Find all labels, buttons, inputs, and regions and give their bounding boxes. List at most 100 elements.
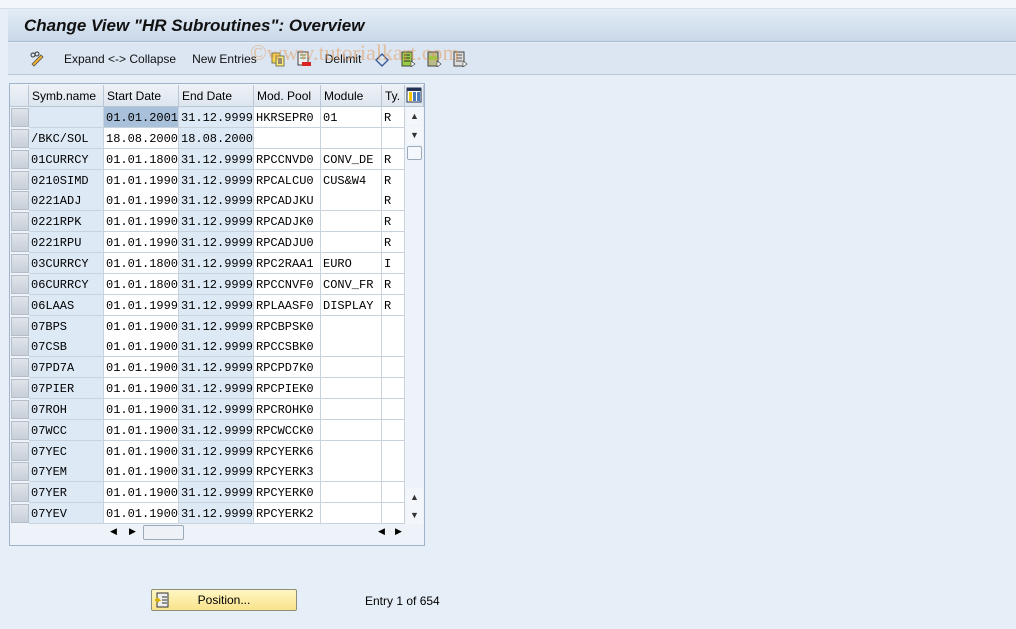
cell-end-date[interactable]: 31.12.9999 bbox=[179, 252, 254, 274]
cell-start-date[interactable]: 01.01.1900 bbox=[104, 461, 179, 483]
cell-start-date[interactable]: 01.01.1800 bbox=[104, 148, 179, 170]
horizontal-scrollbar[interactable]: ◀ ▶ ◀ ▶ bbox=[105, 524, 405, 542]
cell-type[interactable]: R bbox=[382, 273, 405, 295]
cell-symb-name[interactable] bbox=[29, 107, 104, 128]
row-selector[interactable] bbox=[11, 108, 29, 127]
select-block-button[interactable] bbox=[421, 48, 447, 70]
delimit-button[interactable]: Delimit bbox=[317, 48, 370, 70]
scroll-down-button[interactable]: ▼ bbox=[406, 506, 423, 524]
cell-mod-pool[interactable]: RPCWCCK0 bbox=[254, 419, 321, 441]
cell-end-date[interactable]: 31.12.9999 bbox=[179, 190, 254, 212]
cell-symb-name[interactable]: 0221RPU bbox=[29, 232, 104, 254]
cell-module[interactable] bbox=[321, 440, 382, 462]
row-selector[interactable] bbox=[11, 128, 29, 148]
cell-symb-name[interactable]: 0210SIMD bbox=[29, 169, 104, 191]
cell-end-date[interactable]: 31.12.9999 bbox=[179, 503, 254, 525]
cell-symb-name[interactable]: 07PIER bbox=[29, 378, 104, 400]
cell-symb-name[interactable]: 0221ADJ bbox=[29, 190, 104, 212]
cell-module[interactable] bbox=[321, 127, 382, 149]
cell-start-date[interactable]: 01.01.1900 bbox=[104, 503, 179, 525]
cell-type[interactable] bbox=[382, 461, 405, 483]
cell-module[interactable] bbox=[321, 482, 382, 504]
cell-end-date[interactable]: 31.12.9999 bbox=[179, 440, 254, 462]
cell-module[interactable] bbox=[321, 461, 382, 483]
cell-end-date[interactable]: 31.12.9999 bbox=[179, 482, 254, 504]
cell-start-date[interactable]: 01.01.1900 bbox=[104, 419, 179, 441]
cell-end-date[interactable]: 31.12.9999 bbox=[179, 232, 254, 254]
cell-start-date[interactable]: 01.01.1900 bbox=[104, 336, 179, 358]
cell-module[interactable] bbox=[321, 315, 382, 337]
cell-mod-pool[interactable]: RPCADJK0 bbox=[254, 211, 321, 233]
cell-start-date[interactable]: 01.01.1990 bbox=[104, 232, 179, 254]
cell-end-date[interactable]: 31.12.9999 bbox=[179, 148, 254, 170]
cell-start-date[interactable]: 01.01.1800 bbox=[104, 273, 179, 295]
cell-module[interactable] bbox=[321, 211, 382, 233]
cell-mod-pool[interactable]: RPC2RAA1 bbox=[254, 252, 321, 274]
cell-symb-name[interactable]: 07YEC bbox=[29, 440, 104, 462]
position-button[interactable]: Position... bbox=[151, 589, 297, 611]
cell-module[interactable]: 01 bbox=[321, 107, 382, 128]
vertical-scrollbar[interactable]: ▲ ▼ ▲ ▼ bbox=[405, 107, 424, 524]
cell-module[interactable]: EURO bbox=[321, 252, 382, 274]
cell-type[interactable]: R bbox=[382, 211, 405, 233]
cell-start-date[interactable]: 01.01.1990 bbox=[104, 169, 179, 191]
horizontal-scroll-thumb[interactable] bbox=[143, 525, 184, 540]
cell-type[interactable] bbox=[382, 482, 405, 504]
row-selector[interactable] bbox=[11, 316, 29, 336]
display-change-button[interactable] bbox=[18, 48, 56, 70]
cell-type[interactable] bbox=[382, 419, 405, 441]
cell-end-date[interactable]: 31.12.9999 bbox=[179, 211, 254, 233]
cell-type[interactable]: R bbox=[382, 148, 405, 170]
cell-start-date[interactable]: 01.01.2001 bbox=[104, 107, 179, 128]
cell-start-date[interactable]: 01.01.1900 bbox=[104, 440, 179, 462]
cell-module[interactable] bbox=[321, 378, 382, 400]
row-selector[interactable] bbox=[11, 358, 29, 378]
select-all-rows-header[interactable] bbox=[10, 85, 29, 107]
cell-module[interactable] bbox=[321, 357, 382, 379]
cell-module[interactable]: CONV_DE bbox=[321, 148, 382, 170]
row-selector[interactable] bbox=[11, 462, 29, 482]
cell-module[interactable] bbox=[321, 503, 382, 525]
cell-type[interactable]: I bbox=[382, 252, 405, 274]
cell-mod-pool[interactable]: RPCYERK6 bbox=[254, 440, 321, 462]
cell-type[interactable]: R bbox=[382, 107, 405, 128]
cell-symb-name[interactable]: 0221RPK bbox=[29, 211, 104, 233]
cell-type[interactable] bbox=[382, 440, 405, 462]
cell-type[interactable] bbox=[382, 315, 405, 337]
cell-start-date[interactable]: 01.01.1990 bbox=[104, 190, 179, 212]
cell-type[interactable] bbox=[382, 398, 405, 420]
cell-module[interactable]: CUS&W4 bbox=[321, 169, 382, 191]
cell-mod-pool[interactable] bbox=[254, 127, 321, 149]
select-all-button[interactable] bbox=[395, 48, 421, 70]
column-header-end-date[interactable]: End Date bbox=[179, 85, 254, 107]
scroll-right-end-button[interactable]: ▶ bbox=[395, 526, 402, 537]
cell-module[interactable]: DISPLAY bbox=[321, 294, 382, 316]
table-settings-button[interactable] bbox=[405, 85, 424, 107]
row-selector[interactable] bbox=[11, 233, 29, 253]
cell-mod-pool[interactable]: RPCCNVD0 bbox=[254, 148, 321, 170]
cell-symb-name[interactable]: 07CSB bbox=[29, 336, 104, 358]
scroll-left-button[interactable]: ◀ bbox=[110, 526, 117, 537]
row-selector[interactable] bbox=[11, 337, 29, 357]
cell-start-date[interactable]: 01.01.1900 bbox=[104, 357, 179, 379]
cell-type[interactable] bbox=[382, 336, 405, 358]
cell-mod-pool[interactable]: RPCCSBK0 bbox=[254, 336, 321, 358]
cell-module[interactable]: CONV_FR bbox=[321, 273, 382, 295]
row-selector[interactable] bbox=[11, 170, 29, 190]
scroll-up-button[interactable]: ▲ bbox=[406, 107, 423, 125]
cell-start-date[interactable]: 18.08.2000 bbox=[104, 127, 179, 149]
cell-symb-name[interactable]: 06LAAS bbox=[29, 294, 104, 316]
cell-symb-name[interactable]: 06CURRCY bbox=[29, 273, 104, 295]
row-selector[interactable] bbox=[11, 504, 29, 524]
scroll-page-up-button[interactable]: ▲ bbox=[406, 488, 423, 506]
cell-start-date[interactable]: 01.01.1900 bbox=[104, 398, 179, 420]
delete-button[interactable] bbox=[291, 48, 317, 70]
cell-end-date[interactable]: 31.12.9999 bbox=[179, 419, 254, 441]
scroll-page-down-button[interactable]: ▼ bbox=[406, 126, 423, 144]
cell-end-date[interactable]: 31.12.9999 bbox=[179, 273, 254, 295]
cell-mod-pool[interactable]: RPCROHK0 bbox=[254, 398, 321, 420]
cell-mod-pool[interactable]: RPCCNVF0 bbox=[254, 273, 321, 295]
row-selector[interactable] bbox=[11, 253, 29, 273]
row-selector[interactable] bbox=[11, 379, 29, 399]
cell-mod-pool[interactable]: RPCADJKU bbox=[254, 190, 321, 212]
